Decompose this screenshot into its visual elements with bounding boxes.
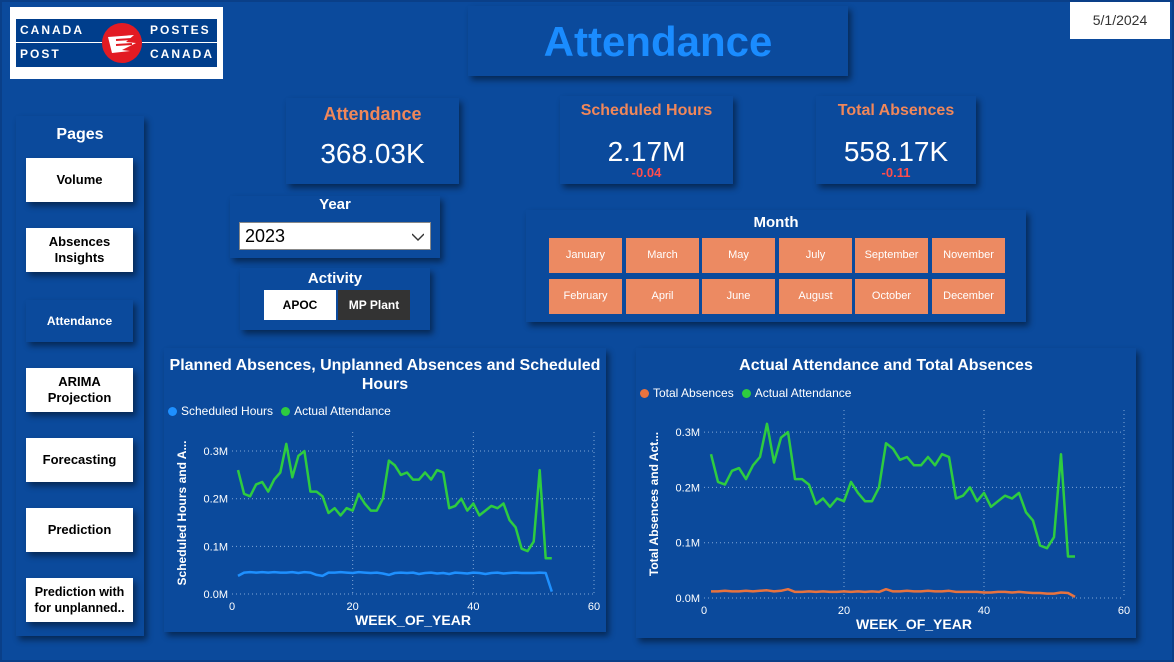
chevron-down-icon [412,233,424,241]
month-slicer-title: Month [753,214,799,231]
activity-slicer: Activity APOC MP Plant [240,268,430,330]
chart2-y-tick-label: 0.2M [676,482,700,494]
logo-text-canada-2: CANADA [150,47,214,61]
chart2-y-tick-label: 0.3M [676,427,700,439]
year-dropdown[interactable]: 2023 [239,222,431,250]
year-dropdown-value: 2023 [245,226,286,246]
report-date: 5/1/2024 [1070,2,1170,39]
chart1-x-axis-label: WEEK_OF_YEAR [355,612,471,628]
chart2-plot: 0.0M 0.1M 0.2M 0.3M 0 20 40 60 WEEK_OF_YEAR Total… [647,410,1130,632]
month-may-button[interactable]: May [702,238,775,273]
chart2-x-tick-label: 40 [978,605,990,617]
chart2-x-tick-label: 60 [1118,605,1130,617]
logo-text-canada: CANADA [20,23,84,37]
chart2-x-axis-label: WEEK_OF_YEAR [856,616,972,632]
kpi-attendance-value: 368.03K [320,138,425,169]
kpi-total-absences-delta: -0.11 [881,165,911,180]
month-august-button[interactable]: August [779,279,852,314]
chart1-x-tick-label: 0 [229,601,235,613]
month-july-button[interactable]: July [779,238,852,273]
canada-post-logo: CANADA POSTES POST CANADA [10,7,223,79]
dashboard-canvas: CANADA POSTES POST CANADA Attendance 5/1… [0,0,1174,662]
month-december-button[interactable]: December [932,279,1005,314]
chart2-y-tick-label: 0.1M [676,538,700,550]
chart2-series-actual-attendance-line [709,422,1075,558]
year-slicer: Year 2023 [230,196,440,258]
chart-attendance-absences-card: Actual Attendance and Total Absences Tot… [636,348,1136,638]
month-february-button[interactable]: February [549,279,622,314]
activity-apoc-button[interactable]: APOC [264,290,336,320]
kpi-scheduled-hours-delta: -0.04 [631,165,662,180]
month-september-button[interactable]: September [855,238,928,273]
activity-slicer-title: Activity [307,270,363,287]
kpi-total-absences-card: Total Absences 558.17K -0.11 [816,96,976,184]
chart1-series-scheduled-hours-line [237,570,553,592]
month-march-button[interactable]: March [626,238,699,273]
month-october-button[interactable]: October [855,279,928,314]
year-slicer-title: Year [319,196,351,213]
kpi-total-absences-label: Total Absences [837,102,955,119]
logo-text-postes: POSTES [150,23,211,37]
chart2-y-axis-label: Total Absences and Act... [647,432,661,576]
page-title: Attendance [543,18,773,65]
chart1-series-actual-attendance-line [236,442,552,560]
month-january-button[interactable]: January [549,238,622,273]
chart1-x-tick-label: 60 [588,601,600,613]
kpi-attendance-card: Attendance 368.03K [286,98,459,184]
pages-title: Pages [56,126,104,143]
month-november-button[interactable]: November [932,238,1005,273]
chart1-y-tick-label: 0.3M [204,446,228,458]
chart2-series-total-absences-line [711,587,1076,598]
kpi-scheduled-hours-value: 2.17M [607,136,686,167]
chart2-x-tick-label: 0 [701,605,707,617]
chart1-y-tick-label: 0.2M [204,494,228,506]
nav-volume-button[interactable]: Volume [26,158,133,202]
eagle-emblem-icon [102,23,142,63]
logo-divider-2 [142,42,217,43]
chart-scheduled-hours-card: Planned Absences, Unplanned Absences and… [164,348,606,632]
kpi-total-absences-value: 558.17K [843,136,949,167]
chart1-plot: 0.0M0.1M0.2M0.3M0 20 40 60WEEK_OF_YEARSched… [175,432,600,628]
chart1-y-axis-label: Scheduled Hours and A... [175,441,189,586]
logo-text-post: POST [20,47,61,61]
chart2-y-tick-label: 0.0M [676,593,700,605]
month-june-button[interactable]: June [702,279,775,314]
chart2-x-tick-label: 20 [838,605,850,617]
title-card: Attendance [468,6,848,76]
nav-forecasting-button[interactable]: Forecasting [26,438,133,482]
month-slicer: Month January March May July September N… [526,210,1026,322]
logo-panel: CANADA POSTES POST CANADA [16,19,217,67]
month-april-button[interactable]: April [626,279,699,314]
nav-attendance-button[interactable]: Attendance [26,300,133,342]
pages-navigation: Pages Volume Absences Insights Attendanc… [16,116,144,636]
nav-prediction-button[interactable]: Prediction [26,508,133,552]
nav-arima-projection-button[interactable]: ARIMA Projection [26,368,133,412]
nav-prediction-unplanned-button[interactable]: Prediction with for unplanned.. [26,578,133,622]
activity-mp-plant-button[interactable]: MP Plant [338,290,410,320]
logo-divider [16,42,102,43]
chart1-y-tick-label: 0.1M [204,541,228,553]
chart1-y-tick-label: 0.0M [204,589,228,601]
kpi-scheduled-hours-card: Scheduled Hours 2.17M -0.04 [560,96,733,184]
kpi-scheduled-hours-label: Scheduled Hours [580,102,713,119]
nav-absences-insights-button[interactable]: Absences Insights [26,228,133,272]
kpi-attendance-label: Attendance [323,104,422,124]
